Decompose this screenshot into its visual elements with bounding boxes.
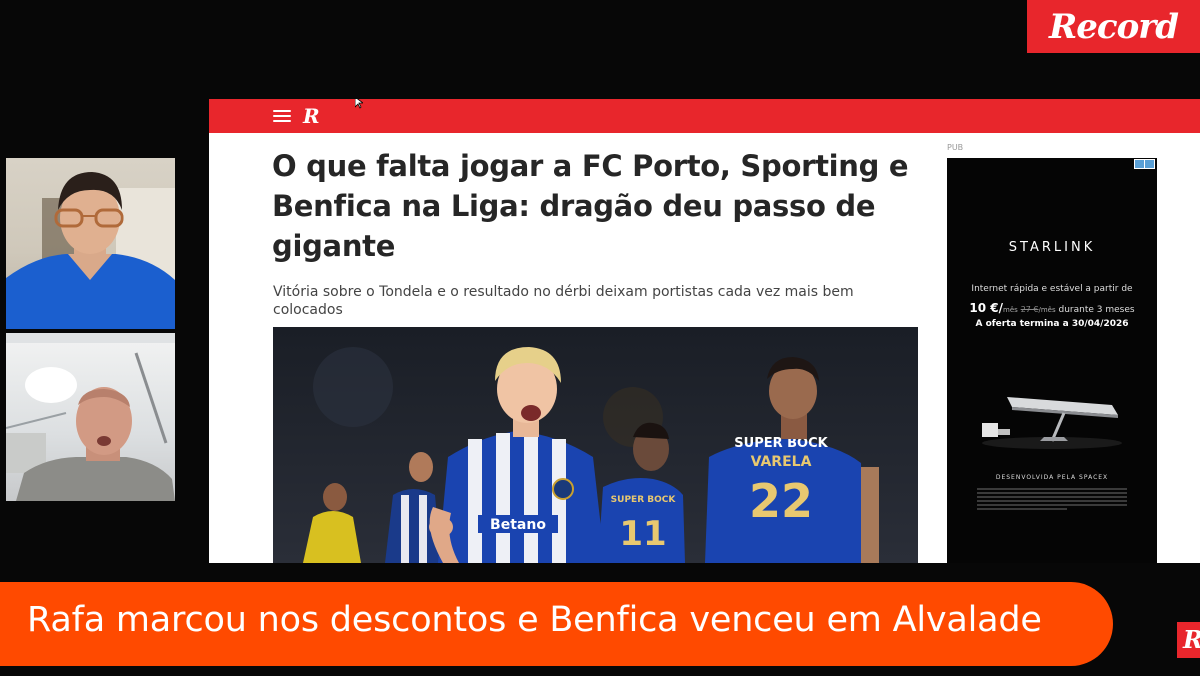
- participant-1-video: [6, 172, 175, 329]
- webcam-participant-2: [6, 333, 175, 501]
- record-logo: Record: [1027, 0, 1200, 53]
- article-photo[interactable]: Betano SUPER BOCK 11 SUPER BOCK VARELA 2…: [273, 327, 918, 563]
- jersey-name-text: VARELA: [751, 454, 812, 470]
- ad-brand: STARLINK: [1008, 240, 1096, 255]
- ad-price: 10 €/mês 27 €/mês durante 3 meses: [969, 301, 1135, 315]
- article-subheadline: Vitória sobre o Tondela e o resultado no…: [273, 284, 854, 318]
- football-players-image: Betano SUPER BOCK 11 SUPER BOCK VARELA 2…: [273, 327, 918, 563]
- ad-tagline: Internet rápida e estável a partir de: [971, 284, 1133, 294]
- jersey-number-text: 22: [749, 474, 813, 528]
- lower-third-text: Rafa marcou nos descontos e Benfica venc…: [27, 600, 1042, 640]
- website-capture: R ▂▂ ▂▂▂▂ ▂▂▂▂ · ▂▂▂▂ O que falta jogar …: [209, 99, 1200, 563]
- ad-fine-print: [977, 488, 1127, 516]
- ad-developed-by: DESENVOLVIDA PELA SPACEX: [995, 474, 1109, 481]
- menu-icon[interactable]: [273, 110, 291, 123]
- ad-choices-icon[interactable]: [1134, 159, 1155, 169]
- satellite-dish-image: [982, 397, 1122, 449]
- ad-deadline: A oferta termina a 30/04/2026: [975, 319, 1129, 329]
- webcam-participant-1: [6, 158, 175, 329]
- site-logo[interactable]: R: [303, 104, 320, 128]
- article-date-cropped: ▂▂ ▂▂▂▂ ▂▂▂▂ · ▂▂▂▂: [273, 130, 383, 135]
- corner-record-logo: R: [1177, 622, 1200, 658]
- svg-text:SUPER BOCK: SUPER BOCK: [611, 495, 677, 505]
- ad-label: PUB: [947, 143, 964, 152]
- article-headline: O que falta jogar a FC Porto, Sporting e…: [272, 149, 909, 263]
- starlink-advertisement[interactable]: STARLINK Internet rápida e estável a par…: [947, 158, 1157, 563]
- participant-2-video: [6, 333, 175, 501]
- svg-text:11: 11: [619, 514, 666, 554]
- mouse-cursor-icon: [355, 99, 363, 109]
- svg-text:Betano: Betano: [490, 517, 546, 533]
- lower-third-banner: Rafa marcou nos descontos e Benfica venc…: [0, 582, 1113, 666]
